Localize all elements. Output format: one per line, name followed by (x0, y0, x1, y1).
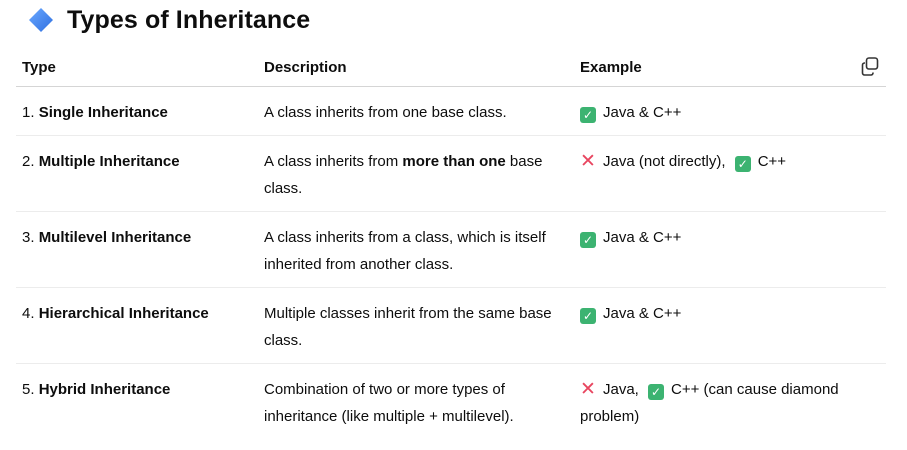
table-header-row: Type Description Example (16, 48, 886, 87)
description-text: A class inherits from (264, 153, 403, 170)
description-text: Combination of two or more types of inhe… (264, 381, 514, 425)
example-cell: ✓ Java & C++ (574, 86, 886, 136)
example-cell: ✕ Java, ✓ C++ (can cause diamond problem) (574, 364, 886, 440)
table-row: 3. Multilevel Inheritance A class inherit… (16, 211, 886, 288)
example-cell: ✕ Java (not directly), ✓ C++ (574, 135, 886, 212)
type-name: Hybrid Inheritance (38, 381, 171, 398)
type-name: Hierarchical Inheritance (38, 305, 209, 322)
example-text: Java & C++ (603, 229, 682, 246)
blue-diamond-icon (27, 6, 55, 34)
table-row: 4. Hierarchical Inheritance Multiple clas… (16, 287, 886, 364)
type-name: Multilevel Inheritance (38, 229, 192, 246)
row-number: 5. (22, 381, 39, 398)
table-row: 5. Hybrid Inheritance Combination of two … (16, 364, 886, 440)
row-number: 3. (22, 229, 39, 246)
example-cell: ✓ Java & C++ (574, 287, 886, 364)
row-number: 4. (22, 305, 39, 322)
example-text: Java, (603, 381, 639, 398)
type-cell: 2. Multiple Inheritance (16, 135, 258, 212)
description-text: A class inherits from a class, which is … (264, 229, 546, 273)
example-text: C++ (757, 153, 787, 170)
section-heading: Types of Inheritance (27, 2, 310, 38)
check-mark-icon: ✓ (734, 156, 751, 172)
check-mark-icon: ✓ (648, 384, 665, 400)
column-header-example: Example (574, 48, 886, 87)
page-title: Types of Inheritance (67, 5, 311, 34)
row-number: 2. (22, 153, 39, 170)
column-header-type: Type (16, 48, 258, 87)
description-emphasis: more than one (402, 153, 506, 170)
example-cell: ✓ Java & C++ (574, 211, 886, 288)
page: Types of Inheritance Type Description Ex… (0, 0, 907, 450)
description-text: A class inherits from one base class. (264, 104, 507, 121)
type-cell: 5. Hybrid Inheritance (16, 364, 258, 440)
type-cell: 4. Hierarchical Inheritance (16, 287, 258, 364)
check-mark-icon: ✓ (580, 107, 596, 123)
description-text: Multiple classes inherit from the same b… (264, 305, 552, 349)
description-cell: A class inherits from more than one base… (258, 135, 574, 212)
type-cell: 1. Single Inheritance (16, 86, 258, 136)
column-header-description: Description (258, 48, 574, 87)
description-cell: A class inherits from one base class. (258, 86, 574, 136)
type-cell: 3. Multilevel Inheritance (16, 211, 258, 288)
row-number: 1. (22, 104, 39, 121)
description-cell: Multiple classes inherit from the same b… (258, 287, 574, 364)
example-text: Java & C++ (603, 104, 682, 121)
type-name: Multiple Inheritance (38, 153, 180, 170)
example-text: Java & C++ (603, 305, 682, 322)
inheritance-table: Type Description Example 1. Single Inher… (16, 48, 886, 439)
description-cell: A class inherits from a class, which is … (258, 211, 574, 288)
type-name: Single Inheritance (38, 104, 168, 121)
cross-mark-icon: ✕ (580, 379, 596, 400)
cross-mark-icon: ✕ (580, 151, 596, 172)
example-text: Java (not directly), (603, 153, 726, 170)
check-mark-icon: ✓ (580, 232, 596, 248)
table-row: 1. Single Inheritance A class inherits fr… (16, 86, 886, 136)
check-mark-icon: ✓ (580, 308, 596, 324)
description-cell: Combination of two or more types of inhe… (258, 364, 574, 440)
table-row: 2. Multiple Inheritance A class inherits … (16, 135, 886, 212)
